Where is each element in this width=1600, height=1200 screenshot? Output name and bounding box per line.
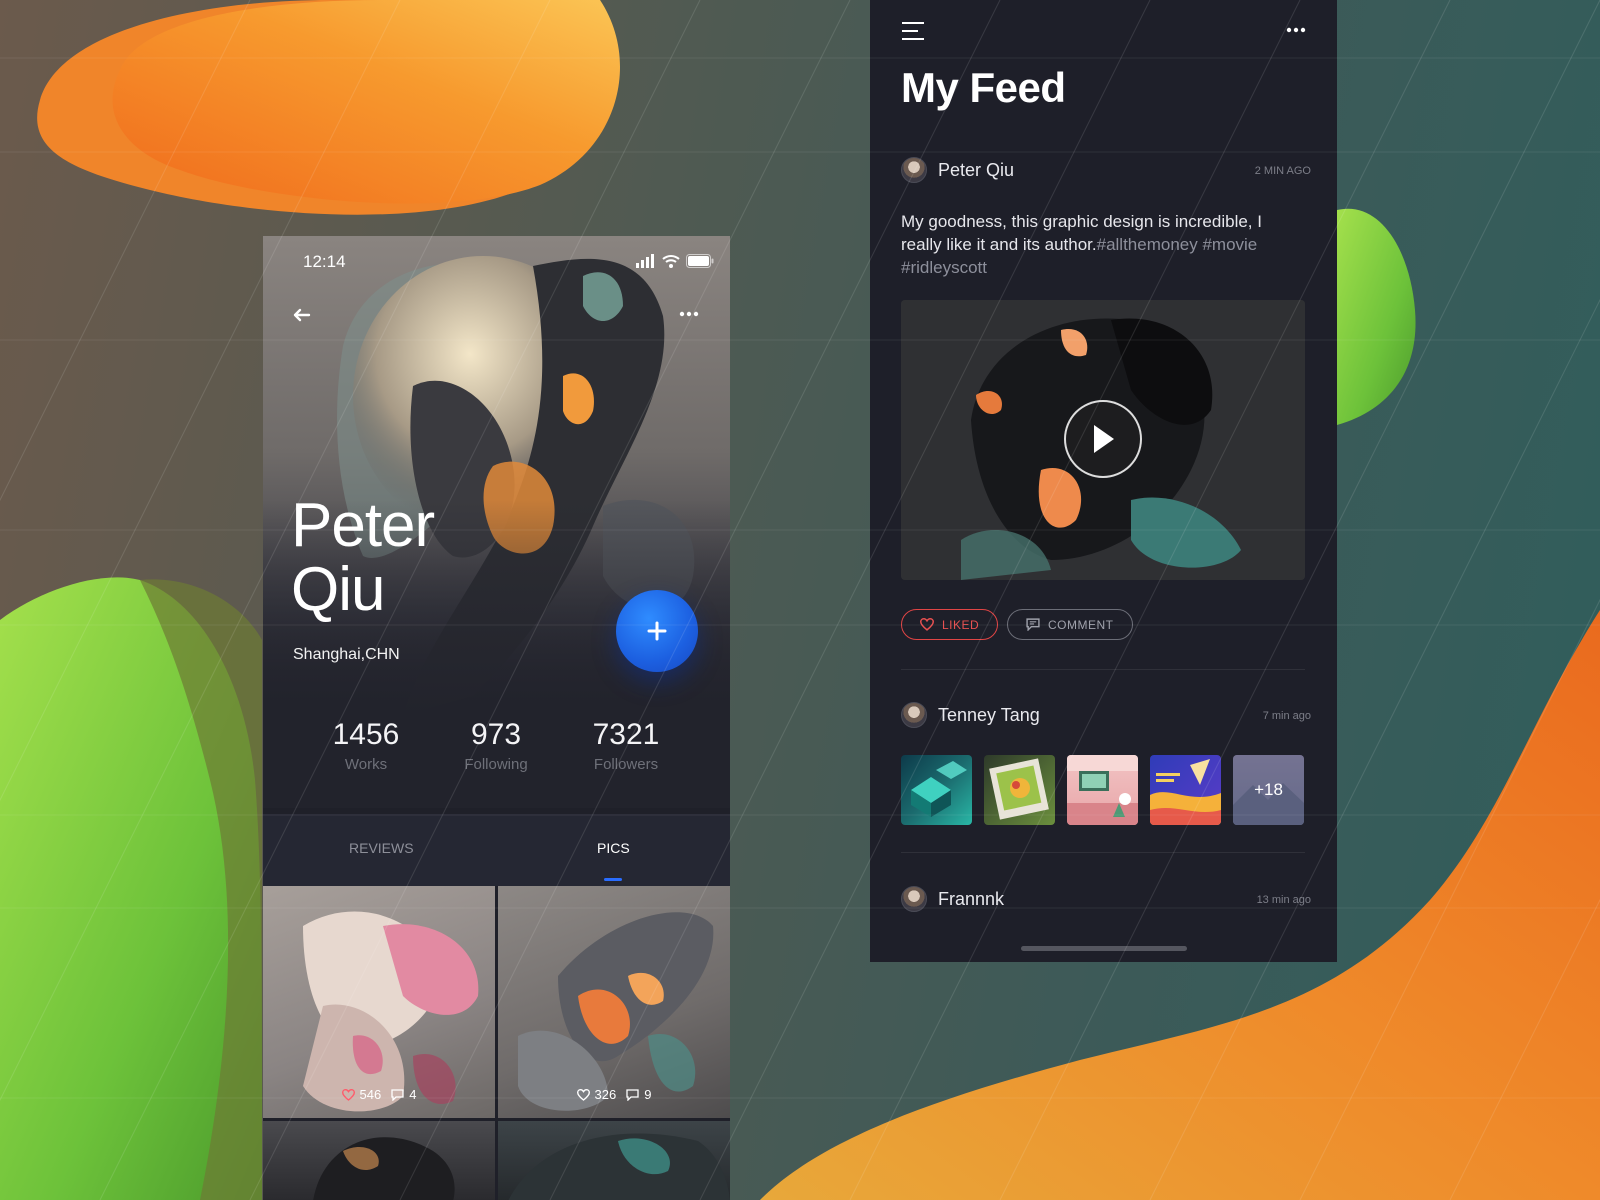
more-dots-icon[interactable]: [1283, 22, 1309, 38]
pic-tile[interactable]: [498, 1121, 730, 1200]
comments-count: 4: [409, 1087, 417, 1102]
menu-icon[interactable]: [901, 20, 927, 42]
thumbnail-art: [1067, 755, 1138, 825]
more-count: +18: [1233, 755, 1304, 825]
post-header: Tenney Tang 7 min ago: [901, 702, 1311, 732]
post-video[interactable]: [901, 300, 1305, 580]
home-indicator: [1021, 946, 1187, 951]
comments-count: 9: [644, 1087, 652, 1102]
play-icon: [1094, 425, 1114, 453]
pic-artwork: [313, 1137, 455, 1200]
thumbnail[interactable]: [901, 755, 972, 825]
pic-artwork: [508, 1133, 730, 1200]
stat-followers[interactable]: 7321 Followers: [561, 718, 691, 773]
battery-icon: [686, 254, 714, 268]
green-blob-right: [1337, 208, 1416, 425]
post-text: My goodness, this graphic design is incr…: [901, 210, 1301, 279]
stat-value: 973: [470, 718, 522, 751]
stat-label: Following: [464, 756, 528, 773]
pic-stats: 326 9: [498, 1087, 730, 1102]
background: [0, 0, 1600, 1200]
profile-tabs: REVIEWS PICS: [263, 814, 730, 886]
post-header: Frannnk 13 min ago: [901, 886, 1311, 916]
stat-following[interactable]: 973 Following: [431, 718, 561, 773]
tab-active-indicator: [604, 878, 622, 881]
feed-title: My Feed: [901, 64, 1066, 111]
play-button[interactable]: [1064, 400, 1142, 478]
profile-hero: 12:14 Peter Qiu Shanghai,CHN: [263, 236, 730, 716]
comment-label: COMMENT: [1048, 617, 1114, 632]
comment-button[interactable]: COMMENT: [1007, 609, 1133, 640]
tab-pics[interactable]: PICS: [597, 840, 630, 856]
tab-reviews[interactable]: REVIEWS: [349, 840, 414, 856]
feed-screen: My Feed Peter Qiu 2 MIN AGO My goodness,…: [870, 0, 1337, 962]
profile-screen: 12:14 Peter Qiu Shanghai,CHN 1456 Works …: [263, 236, 730, 1200]
thumbnail[interactable]: [984, 755, 1055, 825]
post-time: 7 min ago: [1262, 710, 1311, 722]
thumbnail-art: [1150, 759, 1221, 825]
post-author[interactable]: Tenney Tang: [938, 705, 1040, 726]
post-thumbnails: +18: [901, 755, 1311, 825]
wifi-icon: [662, 255, 680, 268]
pic-artwork: [518, 912, 714, 1111]
heart-icon: [576, 1088, 590, 1101]
avatar[interactable]: [901, 886, 927, 912]
stat-label: Works: [344, 756, 388, 773]
stat-label: Followers: [593, 756, 659, 773]
avatar[interactable]: [901, 157, 927, 183]
plus-icon: [647, 621, 667, 641]
comment-icon: [391, 1088, 404, 1101]
profile-location: Shanghai,CHN: [293, 646, 400, 663]
status-time: 12:14: [303, 252, 346, 271]
likes: 326: [576, 1087, 617, 1102]
pic-tile[interactable]: 326 9: [498, 886, 730, 1118]
more-dots-icon[interactable]: [674, 304, 704, 324]
orange-blob-top-light: [112, 0, 620, 204]
pic-tile[interactable]: 546 4: [263, 886, 495, 1118]
thumbnail-more[interactable]: +18: [1233, 755, 1304, 825]
divider: [901, 852, 1305, 853]
stat-value: 1456: [332, 718, 400, 751]
likes-count: 326: [594, 1087, 617, 1102]
stat-works: 1456 Works: [301, 718, 431, 773]
thumbnail-art: [911, 761, 967, 817]
pic-stats: 546 4: [263, 1087, 495, 1102]
status-bar: 12:14: [263, 250, 730, 274]
likes-count: 546: [359, 1087, 382, 1102]
thumbnail[interactable]: [1150, 755, 1221, 825]
profile-first-name: Peter: [291, 491, 435, 560]
heart-icon: [920, 618, 934, 631]
comment-icon: [1026, 618, 1040, 631]
post-author[interactable]: Frannnk: [938, 889, 1004, 910]
divider: [901, 669, 1305, 670]
thumbnail[interactable]: [1067, 755, 1138, 825]
thumbnail-art: [989, 758, 1049, 820]
comments: 9: [626, 1087, 651, 1102]
avatar[interactable]: [901, 702, 927, 728]
pics-grid: 546 4 326 9: [263, 886, 730, 1200]
comment-icon: [626, 1088, 639, 1101]
post-time: 13 min ago: [1256, 894, 1311, 906]
profile-nav: [263, 300, 730, 330]
liked-label: LIKED: [942, 617, 980, 632]
profile-stats: 1456 Works 973 Following 7321 Followers: [263, 716, 730, 808]
liked-button[interactable]: LIKED: [901, 609, 999, 640]
likes: 546: [341, 1087, 382, 1102]
stat-value: 7321: [592, 718, 660, 751]
signal-icon: [636, 254, 654, 268]
profile-name: Peter Qiu: [291, 494, 551, 622]
profile-last-name: Qiu: [291, 555, 385, 624]
post-time: 2 MIN AGO: [1254, 165, 1311, 177]
post-author[interactable]: Peter Qiu: [938, 160, 1014, 181]
comments: 4: [391, 1087, 416, 1102]
status-icons: [636, 254, 714, 268]
back-arrow-icon[interactable]: [287, 300, 317, 330]
pic-tile[interactable]: [263, 1121, 495, 1200]
heart-icon: [341, 1088, 355, 1101]
add-follow-button[interactable]: [616, 590, 698, 672]
pic-artwork: [303, 911, 479, 1112]
post-header: Peter Qiu 2 MIN AGO: [901, 157, 1311, 187]
